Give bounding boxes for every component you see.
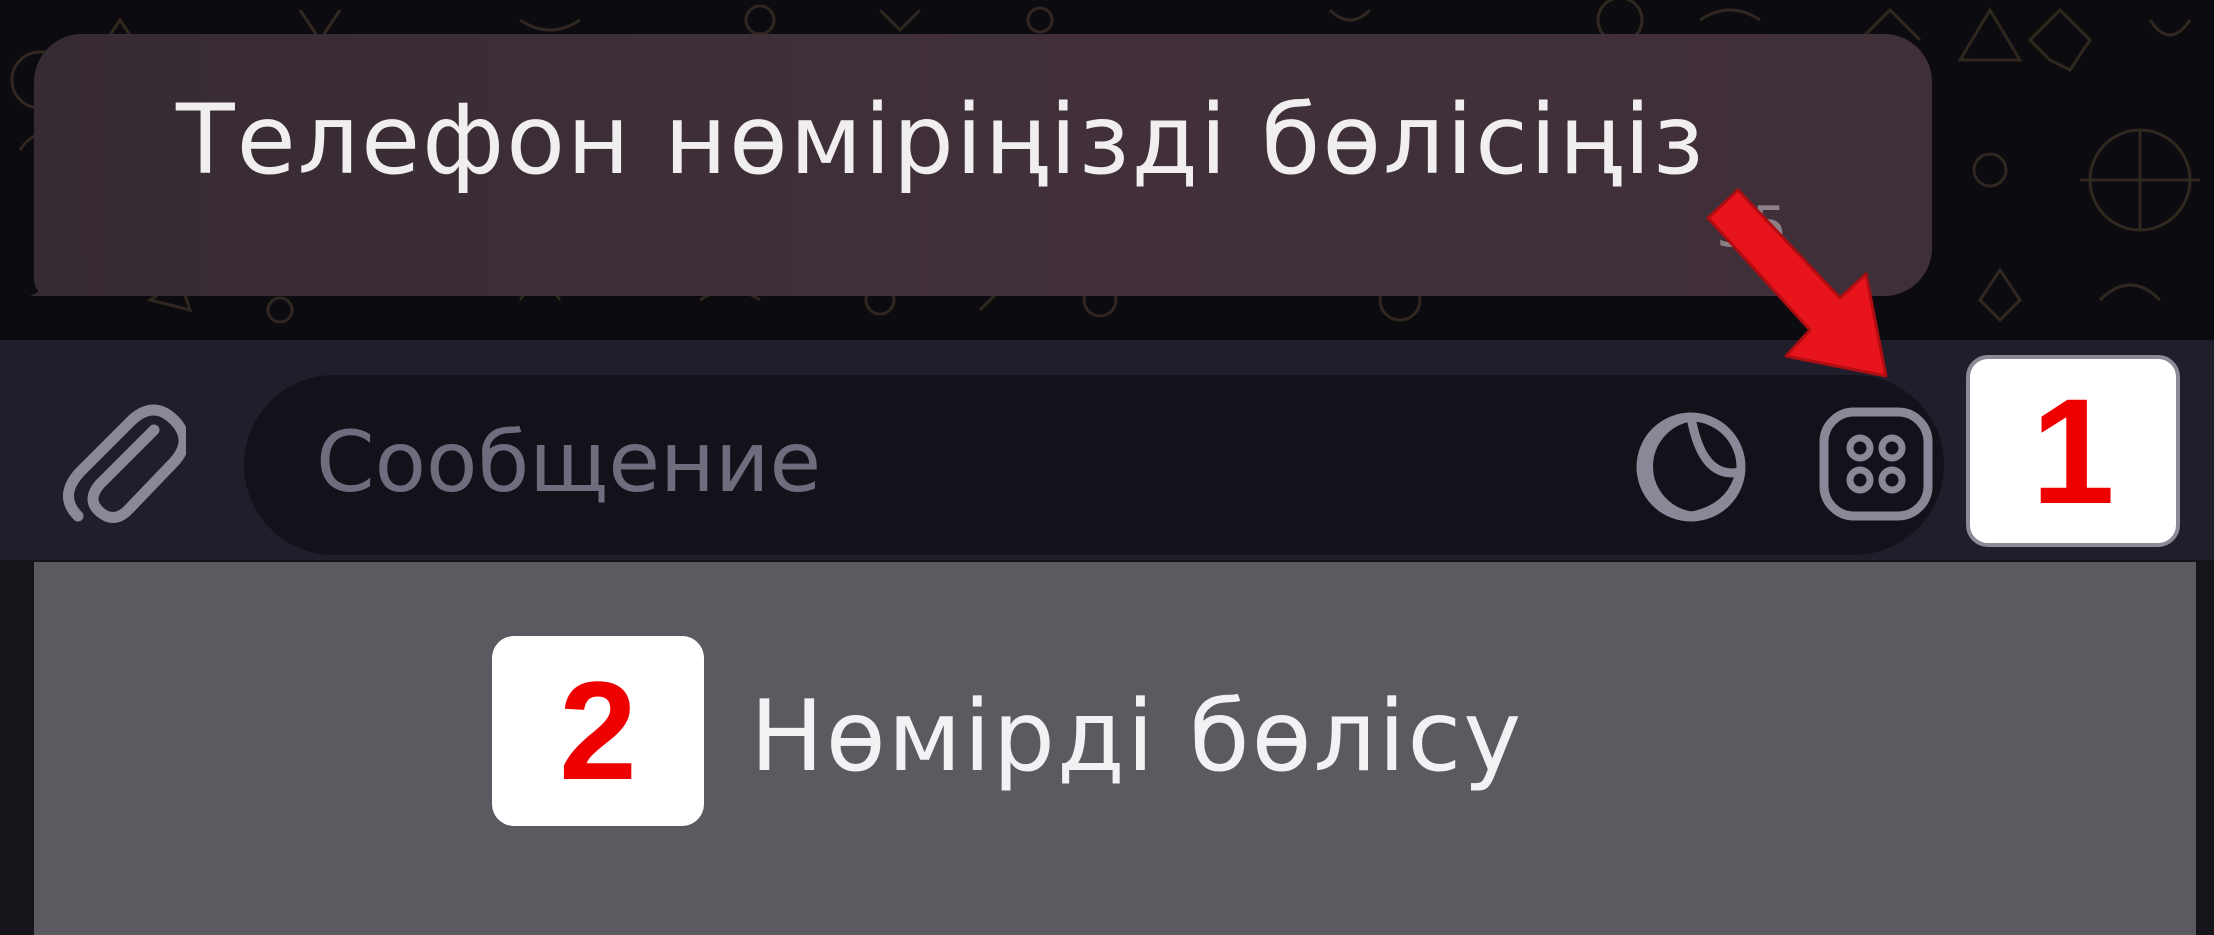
sticker-button[interactable] [1632,408,1750,526]
step-badge-2: 2 [492,636,704,826]
message-placeholder: Сообщение [316,413,822,511]
paperclip-icon [63,404,190,523]
attach-button[interactable] [56,390,190,530]
step-badge-1: 1 [1966,355,2180,547]
bot-keyboard-icon [1819,407,1933,521]
share-number-label: Нөмірді бөлісу [750,680,1524,794]
bot-keyboard-button[interactable] [1816,404,1936,524]
red-arrow-icon [1706,188,1888,378]
bubble-tail [30,256,90,296]
sticker-icon [1636,412,1746,522]
message-text: Телефон нөміріңізді бөлісіңіз [176,84,1706,196]
